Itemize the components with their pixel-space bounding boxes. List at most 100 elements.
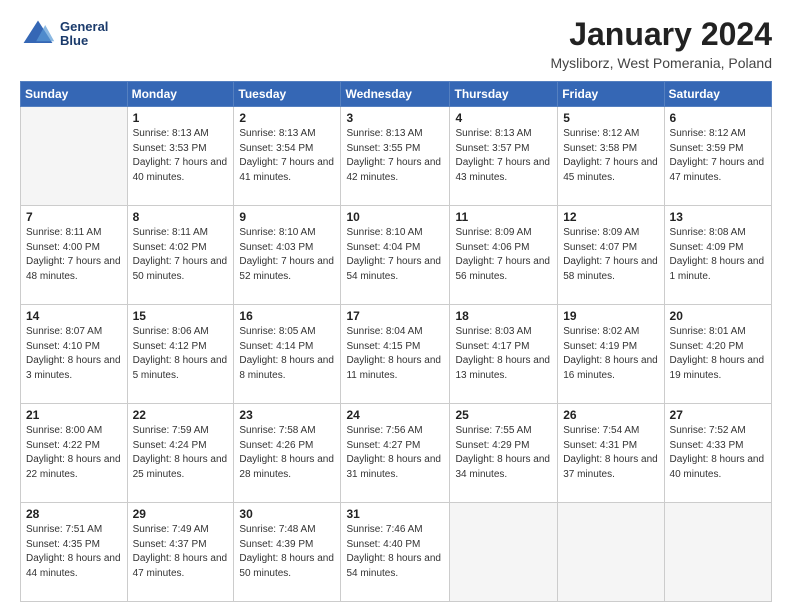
calendar-cell: 22 Sunrise: 7:59 AMSunset: 4:24 PMDayligh… bbox=[127, 404, 234, 503]
week-row-4: 21 Sunrise: 8:00 AMSunset: 4:22 PMDayligh… bbox=[21, 404, 772, 503]
day-info: Sunrise: 8:12 AMSunset: 3:59 PMDaylight:… bbox=[670, 127, 766, 185]
calendar-table: SundayMondayTuesdayWednesdayThursdayFrid… bbox=[20, 81, 772, 602]
day-info: Sunrise: 8:13 AMSunset: 3:53 PMDaylight:… bbox=[133, 127, 229, 185]
calendar-cell: 25Sunrise: 7:55 AMSunset: 4:29 PMDayligh… bbox=[450, 404, 558, 503]
calendar-cell: 9Sunrise: 8:10 AMSunset: 4:03 PMDaylight… bbox=[234, 206, 341, 305]
day-info: Sunrise: 8:13 AMSunset: 3:54 PMDaylight:… bbox=[239, 127, 335, 185]
calendar-cell: 20 Sunrise: 8:01 AMSunset: 4:20 PMDayligh… bbox=[664, 305, 771, 404]
month-title: January 2024 bbox=[551, 16, 773, 53]
weekday-header-wednesday: Wednesday bbox=[341, 82, 450, 107]
week-row-5: 28Sunrise: 7:51 AMSunset: 4:35 PMDayligh… bbox=[21, 503, 772, 602]
day-number: 1 bbox=[133, 111, 229, 125]
day-number: 14 bbox=[26, 309, 122, 323]
day-number: 12 bbox=[563, 210, 658, 224]
calendar-cell: 18Sunrise: 8:03 AMSunset: 4:17 PMDayligh… bbox=[450, 305, 558, 404]
weekday-header-sunday: Sunday bbox=[21, 82, 128, 107]
day-number: 2 bbox=[239, 111, 335, 125]
day-number: 22 bbox=[133, 408, 229, 422]
day-info: Sunrise: 7:48 AMSunset: 4:39 PMDaylight:… bbox=[239, 523, 335, 581]
day-info: Sunrise: 8:00 AMSunset: 4:22 PMDaylight:… bbox=[26, 424, 122, 482]
calendar-cell: 24 Sunrise: 7:56 AMSunset: 4:27 PMDayligh… bbox=[341, 404, 450, 503]
day-number: 30 bbox=[239, 507, 335, 521]
day-info: Sunrise: 8:13 AMSunset: 3:57 PMDaylight:… bbox=[455, 127, 552, 185]
day-info: Sunrise: 8:05 AMSunset: 4:14 PMDaylight:… bbox=[239, 325, 335, 383]
day-info: Sunrise: 8:06 AMSunset: 4:12 PMDaylight:… bbox=[133, 325, 229, 383]
day-number: 25 bbox=[455, 408, 552, 422]
day-info: Sunrise: 8:07 AMSunset: 4:10 PMDaylight:… bbox=[26, 325, 122, 383]
calendar-cell: 3 Sunrise: 8:13 AMSunset: 3:55 PMDaylight… bbox=[341, 107, 450, 206]
day-number: 3 bbox=[346, 111, 444, 125]
day-number: 16 bbox=[239, 309, 335, 323]
day-info: Sunrise: 8:10 AMSunset: 4:03 PMDaylight:… bbox=[239, 226, 335, 284]
logo-line1: General bbox=[60, 20, 108, 34]
title-block: January 2024 Mysliborz, West Pomerania, … bbox=[551, 16, 773, 71]
weekday-header-friday: Friday bbox=[558, 82, 664, 107]
logo-line2: Blue bbox=[60, 34, 108, 48]
calendar-cell: 15 Sunrise: 8:06 AMSunset: 4:12 PMDayligh… bbox=[127, 305, 234, 404]
calendar-cell: 31 Sunrise: 7:46 AMSunset: 4:40 PMDayligh… bbox=[341, 503, 450, 602]
weekday-header-row: SundayMondayTuesdayWednesdayThursdayFrid… bbox=[21, 82, 772, 107]
day-info: Sunrise: 8:11 AMSunset: 4:02 PMDaylight:… bbox=[133, 226, 229, 284]
day-number: 18 bbox=[455, 309, 552, 323]
day-info: Sunrise: 7:58 AMSunset: 4:26 PMDaylight:… bbox=[239, 424, 335, 482]
calendar-cell: 16 Sunrise: 8:05 AMSunset: 4:14 PMDayligh… bbox=[234, 305, 341, 404]
day-number: 21 bbox=[26, 408, 122, 422]
calendar-cell: 10Sunrise: 8:10 AMSunset: 4:04 PMDayligh… bbox=[341, 206, 450, 305]
calendar-cell: 12Sunrise: 8:09 AMSunset: 4:07 PMDayligh… bbox=[558, 206, 664, 305]
calendar-cell bbox=[21, 107, 128, 206]
day-info: Sunrise: 8:01 AMSunset: 4:20 PMDaylight:… bbox=[670, 325, 766, 383]
day-number: 6 bbox=[670, 111, 766, 125]
day-info: Sunrise: 8:04 AMSunset: 4:15 PMDaylight:… bbox=[346, 325, 444, 383]
day-number: 29 bbox=[133, 507, 229, 521]
calendar-cell: 13Sunrise: 8:08 AMSunset: 4:09 PMDayligh… bbox=[664, 206, 771, 305]
day-number: 10 bbox=[346, 210, 444, 224]
day-info: Sunrise: 7:56 AMSunset: 4:27 PMDaylight:… bbox=[346, 424, 444, 482]
day-number: 31 bbox=[346, 507, 444, 521]
day-info: Sunrise: 8:13 AMSunset: 3:55 PMDaylight:… bbox=[346, 127, 444, 185]
calendar-cell: 29 Sunrise: 7:49 AMSunset: 4:37 PMDayligh… bbox=[127, 503, 234, 602]
logo: General Blue bbox=[20, 16, 108, 52]
calendar-cell: 5Sunrise: 8:12 AMSunset: 3:58 PMDaylight… bbox=[558, 107, 664, 206]
week-row-1: 1 Sunrise: 8:13 AMSunset: 3:53 PMDaylight… bbox=[21, 107, 772, 206]
day-number: 8 bbox=[133, 210, 229, 224]
calendar-cell: 19Sunrise: 8:02 AMSunset: 4:19 PMDayligh… bbox=[558, 305, 664, 404]
calendar-cell: 30 Sunrise: 7:48 AMSunset: 4:39 PMDayligh… bbox=[234, 503, 341, 602]
day-number: 20 bbox=[670, 309, 766, 323]
page: General Blue January 2024 Mysliborz, Wes… bbox=[0, 0, 792, 612]
day-number: 26 bbox=[563, 408, 658, 422]
day-number: 13 bbox=[670, 210, 766, 224]
day-info: Sunrise: 8:12 AMSunset: 3:58 PMDaylight:… bbox=[563, 127, 658, 185]
day-number: 24 bbox=[346, 408, 444, 422]
day-info: Sunrise: 7:49 AMSunset: 4:37 PMDaylight:… bbox=[133, 523, 229, 581]
day-info: Sunrise: 7:52 AMSunset: 4:33 PMDaylight:… bbox=[670, 424, 766, 482]
day-number: 28 bbox=[26, 507, 122, 521]
day-info: Sunrise: 7:46 AMSunset: 4:40 PMDaylight:… bbox=[346, 523, 444, 581]
day-info: Sunrise: 8:09 AMSunset: 4:06 PMDaylight:… bbox=[455, 226, 552, 284]
calendar-cell: 14 Sunrise: 8:07 AMSunset: 4:10 PMDayligh… bbox=[21, 305, 128, 404]
week-row-3: 14 Sunrise: 8:07 AMSunset: 4:10 PMDayligh… bbox=[21, 305, 772, 404]
day-number: 23 bbox=[239, 408, 335, 422]
day-number: 7 bbox=[26, 210, 122, 224]
day-number: 11 bbox=[455, 210, 552, 224]
location: Mysliborz, West Pomerania, Poland bbox=[551, 55, 773, 71]
weekday-header-saturday: Saturday bbox=[664, 82, 771, 107]
weekday-header-monday: Monday bbox=[127, 82, 234, 107]
calendar-cell: 4 Sunrise: 8:13 AMSunset: 3:57 PMDaylight… bbox=[450, 107, 558, 206]
day-number: 27 bbox=[670, 408, 766, 422]
weekday-header-tuesday: Tuesday bbox=[234, 82, 341, 107]
calendar-cell: 7 Sunrise: 8:11 AMSunset: 4:00 PMDaylight… bbox=[21, 206, 128, 305]
day-info: Sunrise: 8:11 AMSunset: 4:00 PMDaylight:… bbox=[26, 226, 122, 284]
day-number: 4 bbox=[455, 111, 552, 125]
day-number: 17 bbox=[346, 309, 444, 323]
logo-icon bbox=[20, 16, 56, 52]
calendar-cell: 28Sunrise: 7:51 AMSunset: 4:35 PMDayligh… bbox=[21, 503, 128, 602]
calendar-cell bbox=[664, 503, 771, 602]
calendar-cell bbox=[558, 503, 664, 602]
calendar-cell: 1 Sunrise: 8:13 AMSunset: 3:53 PMDaylight… bbox=[127, 107, 234, 206]
calendar-cell: 17 Sunrise: 8:04 AMSunset: 4:15 PMDayligh… bbox=[341, 305, 450, 404]
header: General Blue January 2024 Mysliborz, Wes… bbox=[20, 16, 772, 71]
logo-text: General Blue bbox=[60, 20, 108, 49]
day-info: Sunrise: 8:02 AMSunset: 4:19 PMDaylight:… bbox=[563, 325, 658, 383]
day-number: 15 bbox=[133, 309, 229, 323]
day-info: Sunrise: 7:59 AMSunset: 4:24 PMDaylight:… bbox=[133, 424, 229, 482]
